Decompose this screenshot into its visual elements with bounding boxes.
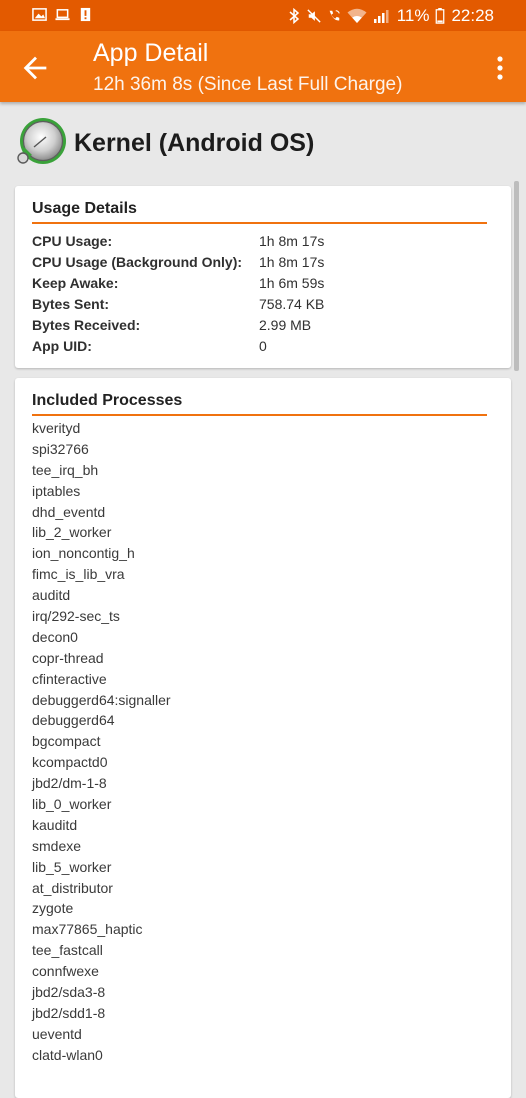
app-gauge-icon (17, 118, 66, 164)
clock: 22:28 (451, 6, 494, 25)
process-item: cfinteractive (32, 670, 107, 687)
process-item: jbd2/dm-1-8 (32, 775, 107, 792)
process-item: spi32766 (32, 440, 89, 457)
bluetooth-icon (289, 8, 299, 24)
process-item: at_distributor (32, 879, 113, 896)
process-item: smdexe (32, 837, 82, 854)
process-item: tee_irq_bh (32, 461, 99, 478)
page-title: App Detail (93, 39, 209, 67)
back-arrow-icon[interactable] (18, 51, 52, 85)
process-item: debuggerd64 (32, 712, 115, 729)
app-bar: App Detail 12h 36m 8s (Since Last Full C… (0, 31, 526, 102)
signal-icon (373, 10, 389, 23)
usage-row-label: Bytes Received: (32, 317, 141, 333)
process-item: copr-thread (32, 649, 104, 666)
process-item: bgcompact (32, 733, 101, 750)
process-item: kcompactd0 (32, 754, 108, 771)
process-item: max77865_haptic (32, 921, 143, 938)
wifi-call-icon (329, 10, 340, 21)
usage-row-value: 1h 8m 17s (259, 254, 325, 270)
battery-icon (436, 8, 445, 24)
process-item: lib_2_worker (32, 524, 112, 541)
process-item: lib_5_worker (32, 858, 112, 875)
process-item: tee_fastcall (32, 942, 103, 959)
included-processes-card: Included Processes kverityd spi32766 tee_i… (15, 378, 511, 1098)
process-item: ion_noncontig_h (32, 545, 135, 562)
process-item: irq/292-sec_ts (32, 608, 120, 625)
overflow-menu-icon[interactable] (490, 53, 510, 83)
usage-row-value: 1h 6m 59s (259, 275, 325, 291)
mute-icon (307, 9, 321, 23)
process-item: decon0 (32, 628, 78, 645)
notification-icons (32, 7, 93, 22)
included-processes-title: Included Processes (32, 392, 183, 409)
usage-row-label: CPU Usage: (32, 233, 113, 249)
app-name: Kernel (Android OS) (74, 128, 315, 157)
usage-row-value: 1h 8m 17s (259, 233, 325, 249)
laptop-icon (55, 9, 70, 21)
scrollbar[interactable] (514, 181, 519, 371)
usage-row-value: 0 (259, 338, 267, 354)
process-item: clatd-wlan0 (32, 1046, 103, 1063)
process-item: ueventd (32, 1025, 82, 1042)
usage-details-divider (32, 222, 487, 224)
image-icon (32, 8, 47, 21)
process-item: connfwexe (32, 963, 99, 980)
status-bar: 11% 22:28 (0, 0, 526, 31)
process-item: dhd_eventd (32, 503, 106, 520)
process-item: debuggerd64:signaller (32, 691, 171, 708)
wifi-icon (347, 8, 367, 23)
process-item: jbd2/sdd1-8 (32, 1004, 106, 1021)
usage-row-label: Keep Awake: (32, 275, 119, 291)
system-indicators: 11% 22:28 (287, 6, 494, 26)
battery-percent: 11% (396, 6, 430, 25)
page-subtitle: 12h 36m 8s (Since Last Full Charge) (93, 74, 403, 95)
usage-row-label: Bytes Sent: (32, 296, 110, 312)
usage-details-title: Usage Details (32, 200, 137, 217)
app-header: Kernel (Android OS) (14, 115, 314, 171)
alert-icon (80, 7, 91, 22)
process-item: kauditd (32, 816, 78, 833)
usage-row-label: CPU Usage (Background Only): (32, 254, 243, 270)
usage-details-card: Usage Details CPU Usage: 1h 8m 17s CPU U… (15, 186, 511, 368)
process-item: zygote (32, 900, 74, 917)
process-item: auditd (32, 587, 71, 604)
process-item: lib_0_worker (32, 796, 112, 813)
process-item: iptables (32, 482, 81, 499)
included-processes-divider (32, 414, 487, 416)
process-item: fimc_is_lib_vra (32, 566, 125, 583)
usage-row-value: 2.99 MB (259, 317, 312, 333)
process-item: kverityd (32, 420, 81, 436)
usage-row-value: 758.74 KB (259, 296, 325, 312)
process-item: jbd2/sda3-8 (32, 984, 106, 1001)
usage-row-label: App UID: (32, 338, 92, 354)
process-list: kverityd spi32766 tee_irq_bh iptables dhd_ev… (32, 418, 171, 1066)
